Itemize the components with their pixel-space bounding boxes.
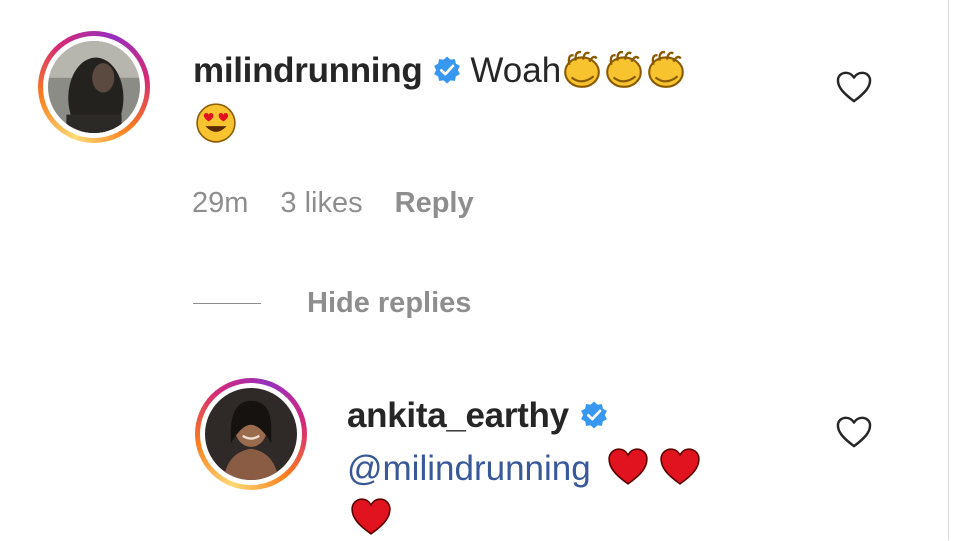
panel-border (948, 0, 949, 540)
clapping-hands-icon (564, 50, 601, 88)
comment-username[interactable]: milindrunning (193, 51, 423, 90)
like-comment-button[interactable] (835, 70, 873, 104)
comment-like-count[interactable]: 3 likes (280, 187, 362, 219)
hide-replies-label: Hide replies (307, 286, 472, 319)
red-heart-icon (660, 448, 700, 485)
reply-line-1: ankita_earthy (347, 394, 617, 438)
mention-link[interactable]: @milindrunning (347, 449, 591, 488)
reply-line-3 (350, 496, 392, 541)
avatar-ankita-earthy[interactable] (195, 378, 307, 490)
replies-divider (193, 302, 261, 304)
clapping-hands-icon (648, 50, 685, 88)
heart-outline-icon (836, 71, 872, 103)
heart-eyes-face-icon (196, 103, 236, 143)
red-heart-icon (608, 448, 648, 485)
comment-line-1: milindrunning Woah (193, 48, 687, 93)
like-reply-button[interactable] (835, 415, 873, 449)
heart-outline-icon (836, 416, 872, 448)
reply-line-2: @milindrunning (347, 446, 701, 491)
profile-photo (48, 41, 140, 133)
comment-line-2 (195, 102, 237, 147)
hide-replies-toggle[interactable]: Hide replies (193, 285, 471, 321)
clapping-hands-icon (606, 50, 643, 88)
reply-button[interactable]: Reply (395, 187, 474, 219)
verified-badge-icon (434, 56, 461, 84)
reply-username[interactable]: ankita_earthy (347, 396, 569, 435)
comment-timestamp[interactable]: 29m (192, 187, 248, 219)
verified-badge-icon (580, 401, 607, 429)
comment-text: Woah (470, 51, 562, 90)
avatar-milindrunning[interactable] (38, 31, 150, 143)
profile-photo (205, 388, 297, 480)
red-heart-icon (351, 498, 391, 535)
comment-meta: 29m 3 likes Reply (192, 185, 506, 221)
